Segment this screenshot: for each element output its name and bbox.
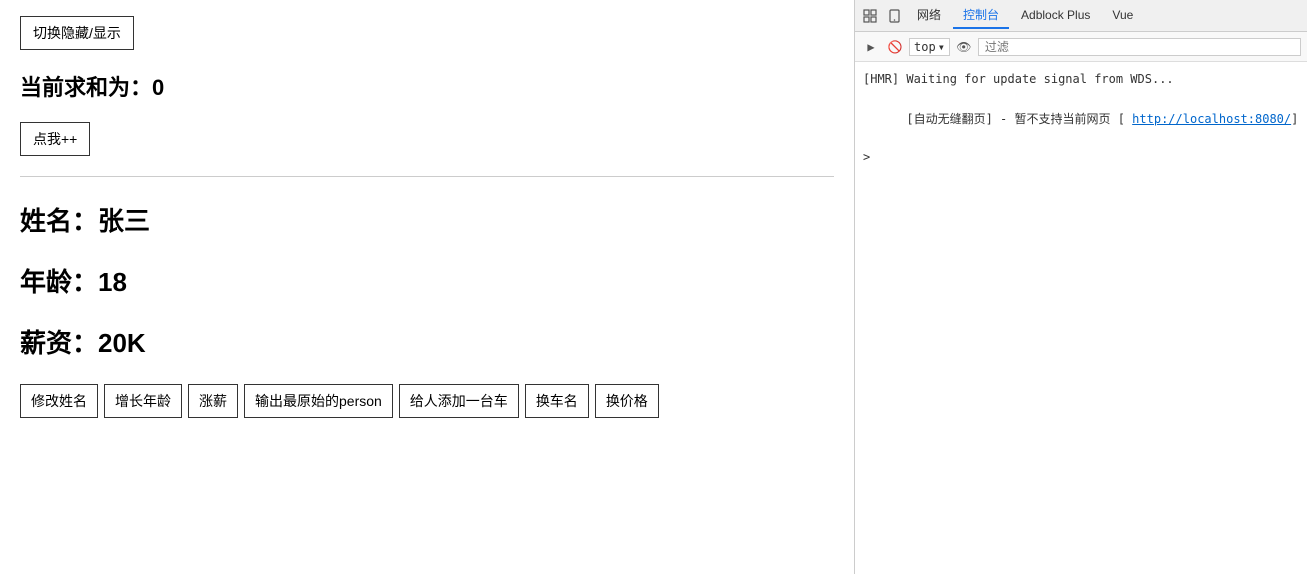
context-select[interactable]: top ▾ [909, 38, 950, 56]
click-button[interactable]: 点我++ [20, 122, 90, 156]
eye-icon[interactable]: 👁 [954, 37, 974, 57]
add-car-button[interactable]: 给人添加一台车 [399, 384, 519, 418]
console-line: [HMR] Waiting for update signal from WDS… [863, 68, 1299, 90]
devtools-console: [HMR] Waiting for update signal from WDS… [855, 62, 1307, 574]
tab-vue[interactable]: Vue [1102, 4, 1143, 28]
salary-label: 薪资： [20, 328, 98, 358]
change-price-button[interactable]: 换价格 [595, 384, 659, 418]
sum-display: 当前求和为：0 [20, 70, 834, 102]
increase-salary-button[interactable]: 涨薪 [188, 384, 238, 418]
name-label: 姓名： [20, 206, 98, 236]
devtools-panel: 网络 控制台 Adblock Plus Vue ▶ 🚫 top ▾ 👁 [HMR… [855, 0, 1307, 574]
play-icon[interactable]: ▶ [861, 37, 881, 57]
mobile-icon[interactable] [883, 5, 905, 27]
chevron-down-icon: ▾ [938, 40, 945, 54]
age-label: 年龄： [20, 267, 98, 297]
app-panel: 切换隐藏/显示 当前求和为：0 点我++ 姓名：张三 年龄：18 薪资：20K … [0, 0, 855, 574]
sum-label: 当前求和为： [20, 75, 152, 100]
console-prompt[interactable] [863, 148, 1299, 166]
salary-field: 薪资：20K [20, 323, 834, 360]
name-field: 姓名：张三 [20, 201, 834, 238]
tab-network[interactable]: 网络 [907, 2, 951, 29]
salary-value: 20K [98, 328, 146, 358]
age-field: 年龄：18 [20, 262, 834, 299]
devtools-tabs: 网络 控制台 Adblock Plus Vue [855, 0, 1307, 32]
divider [20, 176, 834, 177]
console-link[interactable]: http://localhost:8080/ [1132, 112, 1291, 126]
block-icon[interactable]: 🚫 [885, 37, 905, 57]
inspect-icon[interactable] [859, 5, 881, 27]
increase-age-button[interactable]: 增长年龄 [104, 384, 182, 418]
output-person-button[interactable]: 输出最原始的person [244, 384, 393, 418]
toggle-button[interactable]: 切换隐藏/显示 [20, 16, 134, 50]
devtools-toolbar: ▶ 🚫 top ▾ 👁 [855, 32, 1307, 62]
age-value: 18 [98, 267, 127, 297]
context-select-label: top [914, 40, 936, 54]
change-car-name-button[interactable]: 换车名 [525, 384, 589, 418]
action-buttons: 修改姓名增长年龄涨薪输出最原始的person给人添加一台车换车名换价格 [20, 384, 834, 418]
tab-console[interactable]: 控制台 [953, 2, 1009, 29]
sum-value: 0 [152, 75, 164, 100]
filter-input[interactable] [978, 38, 1301, 56]
tab-adblock[interactable]: Adblock Plus [1011, 4, 1100, 28]
name-value: 张三 [98, 206, 150, 236]
console-line: [自动无缝翻页] - 暂不支持当前网页 [ http://localhost:8… [863, 90, 1299, 148]
modify-name-button[interactable]: 修改姓名 [20, 384, 98, 418]
console-text: [自动无缝翻页] - 暂不支持当前网页 [ [906, 112, 1132, 126]
